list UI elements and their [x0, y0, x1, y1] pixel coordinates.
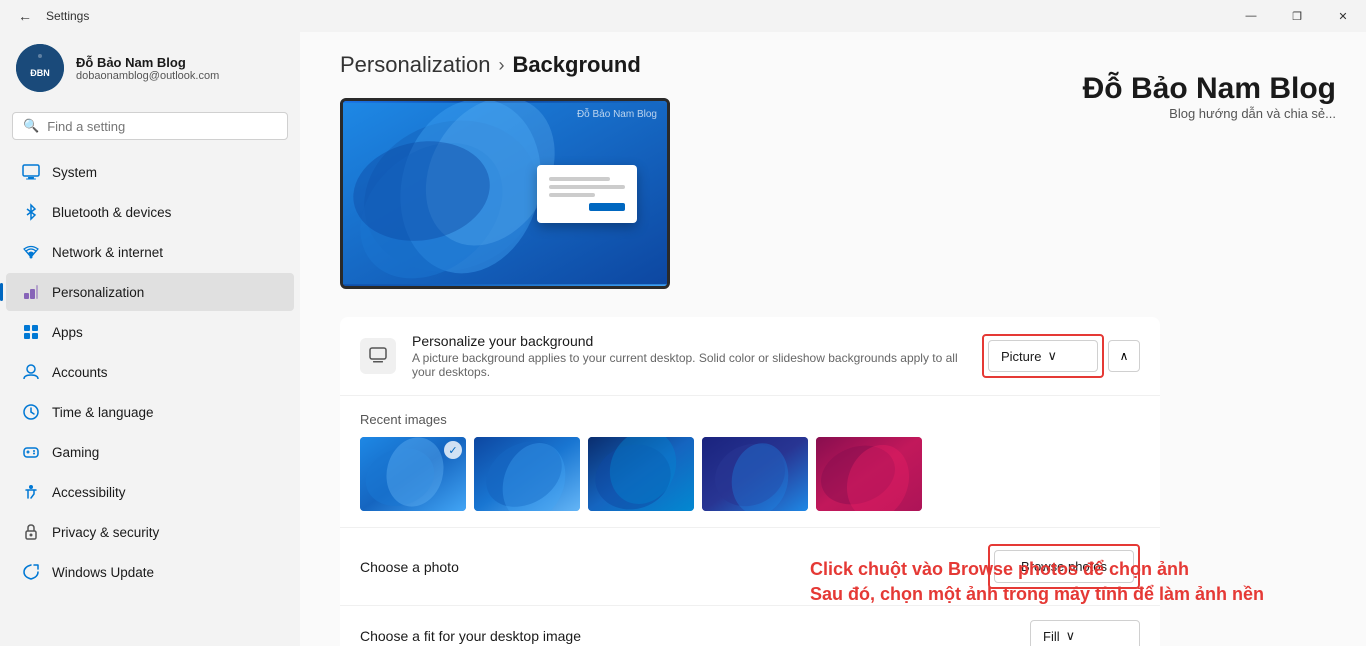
image-thumb-5[interactable] — [816, 437, 922, 511]
accessibility-icon — [22, 483, 40, 501]
gaming-icon — [22, 443, 40, 461]
breadcrumb-parent: Personalization — [340, 52, 490, 78]
fit-dropdown[interactable]: Fill ∨ — [1030, 620, 1140, 646]
choose-fit-row: Choose a fit for your desktop image Fill… — [340, 606, 1160, 646]
user-info: Đỗ Bảo Nam Blog dobaonamblog@outlook.com — [76, 55, 219, 82]
sidebar: ĐBN Đỗ Bảo Nam Blog dobaonamblog@outlook… — [0, 32, 300, 646]
sidebar-item-system[interactable]: System — [6, 153, 294, 191]
preview-watermark: Đỗ Bảo Nam Blog — [577, 109, 657, 120]
personalize-text: Personalize your background A picture ba… — [412, 333, 982, 379]
privacy-icon — [22, 523, 40, 541]
preview-dialog — [537, 165, 637, 223]
maximize-button[interactable]: ❐ — [1274, 0, 1320, 32]
choose-photo-row: Choose a photo Browse photos — [340, 528, 1160, 606]
settings-card: Personalize your background A picture ba… — [340, 317, 1160, 646]
personalize-title: Personalize your background — [412, 333, 982, 349]
breadcrumb-separator: › — [498, 55, 504, 76]
sidebar-item-label-update: Windows Update — [52, 565, 154, 580]
sidebar-item-label-accessibility: Accessibility — [52, 485, 126, 500]
sidebar-item-bluetooth[interactable]: Bluetooth & devices — [6, 193, 294, 231]
browse-photos-button[interactable]: Browse photos — [994, 550, 1134, 583]
image-thumb-1[interactable]: ✓ — [360, 437, 466, 511]
minimize-button[interactable]: — — [1228, 0, 1274, 32]
choose-fit-label: Choose a fit for your desktop image — [360, 628, 1030, 644]
chevron-down-icon: ∨ — [1047, 348, 1057, 364]
browse-photos-container: Browse photos — [988, 544, 1140, 589]
personalize-row: Personalize your background A picture ba… — [340, 317, 1160, 396]
sidebar-item-label-bluetooth: Bluetooth & devices — [52, 205, 171, 220]
image-check-1: ✓ — [444, 441, 462, 459]
fit-dropdown-value: Fill — [1043, 629, 1060, 644]
background-preview: Đỗ Bảo Nam Blog — [340, 98, 670, 289]
network-icon — [22, 243, 40, 261]
recent-images-section: Recent images ✓ — [340, 396, 1160, 528]
time-icon — [22, 403, 40, 421]
collapse-button[interactable]: ∧ — [1108, 340, 1140, 372]
sidebar-item-label-gaming: Gaming — [52, 445, 99, 460]
sidebar-item-apps[interactable]: Apps — [6, 313, 294, 351]
avatar-image: ĐBN — [16, 44, 64, 92]
personalize-control: Picture ∨ ∧ — [982, 334, 1140, 378]
picture-dropdown[interactable]: Picture ∨ — [988, 340, 1098, 372]
blog-title: Đỗ Bảo Nam Blog — [1083, 72, 1336, 106]
app-body: ĐBN Đỗ Bảo Nam Blog dobaonamblog@outlook… — [0, 32, 1366, 646]
window-controls: — ❐ ✕ — [1228, 0, 1366, 32]
sidebar-item-update[interactable]: Windows Update — [6, 553, 294, 591]
picture-dropdown-value: Picture — [1001, 349, 1041, 364]
user-email: dobaonamblog@outlook.com — [76, 70, 219, 82]
sidebar-item-personalization[interactable]: Personalization — [6, 273, 294, 311]
sidebar-item-network[interactable]: Network & internet — [6, 233, 294, 271]
sidebar-item-label-system: System — [52, 165, 97, 180]
sidebar-item-label-accounts: Accounts — [52, 365, 108, 380]
image-thumb-2[interactable] — [474, 437, 580, 511]
back-button[interactable]: ← — [12, 6, 38, 26]
user-profile: ĐBN Đỗ Bảo Nam Blog dobaonamblog@outlook… — [0, 32, 300, 108]
preview-inner: Đỗ Bảo Nam Blog — [343, 101, 667, 286]
blog-brand: Đỗ Bảo Nam Blog Blog hướng dẫn và chia s… — [1083, 72, 1336, 121]
apps-icon — [22, 323, 40, 341]
sidebar-item-label-network: Network & internet — [52, 245, 163, 260]
choose-photo-label: Choose a photo — [360, 559, 988, 575]
svg-text:ĐBN: ĐBN — [30, 68, 50, 78]
system-icon — [22, 163, 40, 181]
main-content: Đỗ Bảo Nam Blog Blog hướng dẫn và chia s… — [300, 32, 1366, 646]
blog-subtitle: Blog hướng dẫn và chia sẻ... — [1083, 106, 1336, 121]
titlebar-title: Settings — [46, 9, 89, 23]
close-button[interactable]: ✕ — [1320, 0, 1366, 32]
image-thumb-4[interactable] — [702, 437, 808, 511]
user-name: Đỗ Bảo Nam Blog — [76, 55, 219, 70]
accounts-icon — [22, 363, 40, 381]
bluetooth-icon — [22, 203, 40, 221]
search-icon: 🔍 — [23, 118, 39, 134]
image-thumb-3[interactable] — [588, 437, 694, 511]
sidebar-item-label-time: Time & language — [52, 405, 154, 420]
picture-dropdown-container: Picture ∨ — [982, 334, 1104, 378]
sidebar-item-label-apps: Apps — [52, 325, 83, 340]
images-grid: ✓ — [360, 437, 1140, 511]
fit-chevron-icon: ∨ — [1066, 628, 1076, 644]
sidebar-item-label-personalization: Personalization — [52, 285, 144, 300]
sidebar-item-time[interactable]: Time & language — [6, 393, 294, 431]
sidebar-item-label-privacy: Privacy & security — [52, 525, 159, 540]
blog-title-bold: Blog — [1269, 72, 1336, 105]
personalization-icon — [22, 283, 40, 301]
sidebar-item-gaming[interactable]: Gaming — [6, 433, 294, 471]
breadcrumb-current: Background — [512, 52, 640, 78]
recent-images-title: Recent images — [360, 412, 1140, 427]
titlebar: ← Settings — ❐ ✕ — [0, 0, 1366, 32]
sidebar-item-accessibility[interactable]: Accessibility — [6, 473, 294, 511]
update-icon — [22, 563, 40, 581]
breadcrumb: Personalization › Background — [340, 52, 1160, 78]
avatar: ĐBN — [16, 44, 64, 92]
search-box[interactable]: 🔍 — [12, 112, 288, 140]
sidebar-item-accounts[interactable]: Accounts — [6, 353, 294, 391]
personalize-icon — [360, 338, 396, 374]
content-inner: Personalization › Background Đỗ Bảo Nam … — [300, 32, 1200, 646]
sidebar-item-privacy[interactable]: Privacy & security — [6, 513, 294, 551]
blog-title-normal: Đỗ Bảo Nam — [1083, 72, 1270, 105]
personalize-desc: A picture background applies to your cur… — [412, 351, 982, 379]
search-input[interactable] — [47, 119, 277, 134]
